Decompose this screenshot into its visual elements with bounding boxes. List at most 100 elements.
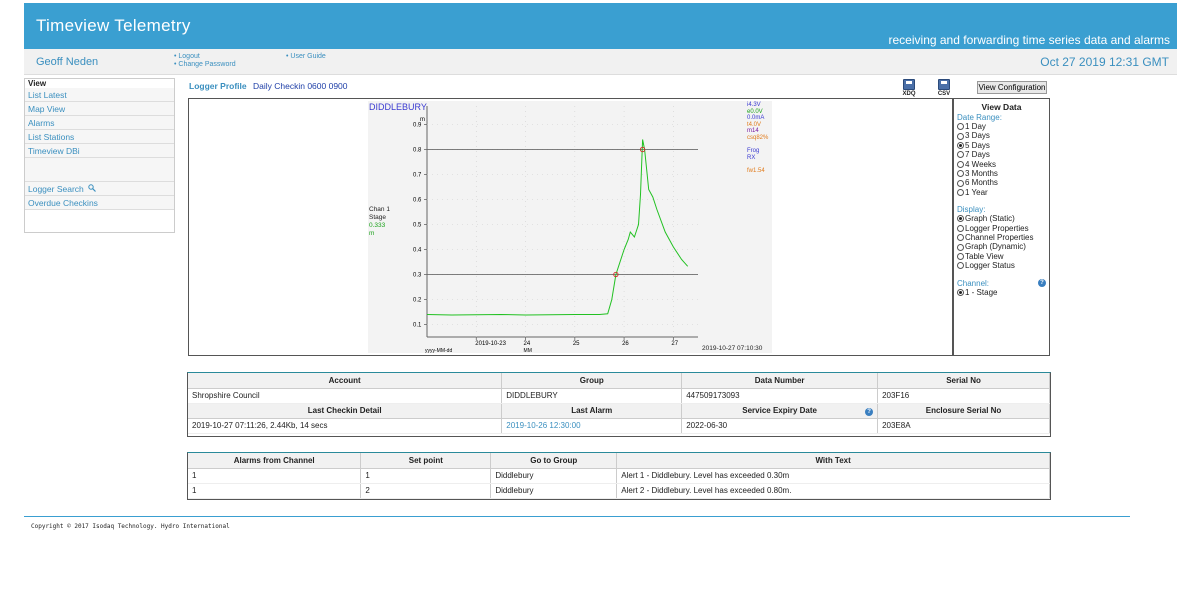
last-checkin-value: 2019-10-27 07:11:26, 2.44Kb, 14 secs — [188, 418, 503, 434]
channel-section: Channel: ? — [957, 279, 1046, 288]
last-alarm-link[interactable]: 2019-10-26 12:30:00 — [501, 418, 683, 434]
date-range-label: 6 Months — [965, 178, 998, 188]
alarm-group: Diddlebury — [490, 483, 618, 499]
y-tick-label: 0.5 — [413, 223, 422, 229]
date-range-label: 3 Days — [965, 131, 990, 141]
stage-series-line — [426, 139, 689, 316]
display-logger-properties[interactable]: Logger Properties — [957, 224, 1046, 233]
footer-divider — [24, 516, 1130, 517]
channel-options: 1 - Stage — [957, 288, 1046, 297]
radio-icon[interactable] — [957, 160, 964, 168]
radio-icon[interactable] — [957, 253, 964, 261]
x-format-label: MM — [524, 348, 532, 354]
radio-icon[interactable] — [957, 224, 964, 232]
y-tick-label: 0.6 — [413, 198, 422, 204]
x-tick-label: 24 — [524, 341, 531, 347]
view-data-title: View Data — [981, 102, 1022, 112]
account-value: Shropshire Council — [188, 388, 503, 404]
y-tick-label: 0.2 — [413, 298, 422, 304]
radio-icon[interactable] — [957, 288, 964, 296]
x-tick-label: 2019-10-23 — [475, 341, 506, 347]
date-range-label: 1 Day — [965, 122, 986, 131]
date-range-5-days[interactable]: 5 Days — [957, 141, 1046, 150]
checkin-row: 2019-10-27 07:11:26, 2.44Kb, 14 secs 201… — [188, 418, 1050, 434]
date-range-3-days[interactable]: 3 Days — [957, 131, 1046, 140]
col-last-checkin: Last Checkin Detail — [188, 403, 503, 419]
y-tick-label: 0.1 — [413, 323, 422, 329]
date-range-1-year[interactable]: 1 Year — [957, 188, 1046, 197]
date-range-label: 4 Weeks — [965, 159, 996, 169]
display-channel-properties[interactable]: Channel Properties — [957, 233, 1046, 242]
date-range-label: 1 Year — [965, 187, 988, 197]
x-tick-label: 26 — [622, 341, 629, 347]
y-tick-label: 0.8 — [413, 148, 422, 154]
radio-icon[interactable] — [957, 215, 964, 223]
radio-icon[interactable] — [957, 151, 964, 159]
alarm-set-point: 2 — [360, 483, 492, 499]
date-range-3-months[interactable]: 3 Months — [957, 169, 1046, 178]
table-row: 1 2 Diddlebury Alert 2 - Diddlebury. Lev… — [188, 483, 1050, 499]
service-expiry-value: 2022-06-30 — [681, 418, 879, 434]
alarms-table: Alarms from Channel Set point Go to Grou… — [187, 452, 1051, 500]
x-tick-label: 27 — [671, 341, 678, 347]
date-range-label: 5 Days — [965, 140, 990, 150]
date-range-1-day[interactable]: 1 Day — [957, 122, 1046, 131]
y-tick-label: 0.3 — [413, 273, 422, 279]
radio-icon[interactable] — [957, 142, 964, 150]
display-label: Display: — [957, 205, 986, 215]
x-tick-label: 25 — [573, 341, 580, 347]
col-serial-no: Serial No — [877, 373, 1050, 389]
radio-icon[interactable] — [957, 243, 964, 251]
display-table-view[interactable]: Table View — [957, 252, 1046, 261]
date-range-options: 1 Day 3 Days 5 Days 7 Days 4 Weeks 3 Months 6 … — [957, 122, 1046, 197]
serial-no-value: 203F16 — [877, 388, 1050, 404]
col-service-expiry: Service Expiry Date ? — [681, 403, 879, 419]
account-info-table: Account Group Data Number Serial No Shro… — [187, 372, 1051, 437]
radio-icon[interactable] — [957, 189, 964, 197]
checkin-header-row: Last Checkin Detail Last Alarm Service E… — [188, 403, 1050, 419]
date-range-4-weeks[interactable]: 4 Weeks — [957, 160, 1046, 169]
alarm-text: Alert 1 - Diddlebury. Level has exceeded… — [616, 468, 1050, 484]
date-range-label: 3 Months — [965, 169, 998, 179]
date-range-6-months[interactable]: 6 Months — [957, 178, 1046, 187]
account-row: Shropshire Council DIDDLEBURY 4475091730… — [188, 388, 1050, 404]
view-data-panel: View Data Date Range: 1 Day 3 Days 5 Days 7… — [953, 98, 1050, 356]
y-tick-label: 0.9 — [413, 123, 422, 129]
display-label: Logger Status — [965, 261, 1015, 271]
date-range-label: Date Range: — [957, 113, 1002, 122]
radio-icon[interactable] — [957, 179, 964, 187]
display-options: Graph (Static) Logger Properties Channel P… — [957, 214, 1046, 270]
display-logger-status[interactable]: Logger Status — [957, 261, 1046, 270]
display-graph-static[interactable]: Graph (Static) — [957, 214, 1046, 223]
help-icon[interactable]: ? — [865, 407, 874, 416]
radio-icon[interactable] — [957, 262, 964, 270]
service-expiry-label: Service Expiry Date — [742, 406, 817, 415]
display-label: Channel Properties — [965, 233, 1034, 243]
radio-icon[interactable] — [957, 234, 964, 242]
x-format-label: yyyy-MM-dd — [425, 348, 452, 354]
alarm-channel: 1 — [188, 468, 362, 484]
display-graph-dynamic[interactable]: Graph (Dynamic) — [957, 242, 1046, 251]
col-with-text: With Text — [616, 453, 1050, 469]
data-number-value: 447509173093 — [681, 388, 879, 404]
radio-icon[interactable] — [957, 132, 964, 140]
table-row: 1 1 Diddlebury Alert 1 - Diddlebury. Lev… — [188, 468, 1050, 484]
col-alarms-from-channel: Alarms from Channel — [188, 453, 362, 469]
alarm-group: Diddlebury — [490, 468, 618, 484]
col-data-number: Data Number — [681, 373, 879, 389]
alarm-channel: 1 — [188, 483, 362, 499]
alarm-text: Alert 2 - Diddlebury. Level has exceeded… — [616, 483, 1050, 499]
channel-section-label: Channel: — [957, 278, 990, 288]
date-range-7-days[interactable]: 7 Days — [957, 150, 1046, 159]
display-label: Graph (Static) — [965, 214, 1015, 224]
help-icon[interactable]: ? — [1038, 279, 1046, 288]
group-value: DIDDLEBURY — [501, 388, 683, 404]
account-header-row: Account Group Data Number Serial No — [188, 373, 1050, 389]
radio-icon[interactable] — [957, 170, 964, 178]
alarm-set-point: 1 — [360, 468, 492, 484]
channel-1-stage[interactable]: 1 - Stage — [957, 288, 1046, 297]
col-enclosure-serial: Enclosure Serial No — [877, 403, 1050, 419]
radio-icon[interactable] — [957, 123, 964, 131]
date-range-label: 7 Days — [965, 150, 990, 160]
y-tick-label: 0.4 — [413, 248, 422, 254]
